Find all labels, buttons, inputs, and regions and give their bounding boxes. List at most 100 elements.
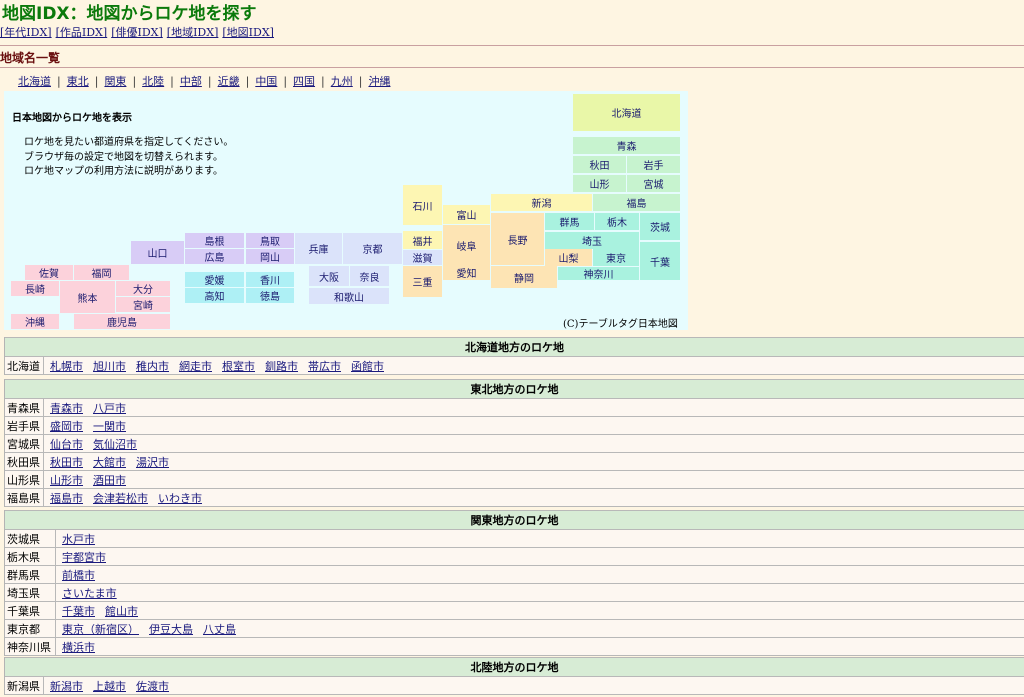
city-link[interactable]: 宇都宮市 — [62, 551, 106, 564]
city-link[interactable]: 前橋市 — [62, 569, 95, 582]
pref-fukuoka[interactable]: 福岡 — [74, 265, 129, 280]
city-link[interactable]: 函館市 — [351, 360, 384, 373]
region-link-hokuriku[interactable]: 北陸 — [142, 75, 164, 88]
pref-chiba[interactable]: 千葉 — [640, 242, 680, 280]
city-link[interactable]: さいたま市 — [62, 587, 117, 600]
index-link-actor[interactable]: [俳優IDX] — [111, 26, 163, 39]
region-link-kyushu[interactable]: 九州 — [331, 75, 353, 88]
pref-hyogo[interactable]: 兵庫 — [295, 233, 342, 264]
city-link[interactable]: 東京（新宿区） — [62, 623, 139, 636]
pref-saga[interactable]: 佐賀 — [25, 265, 73, 280]
region-link-shikoku[interactable]: 四国 — [293, 75, 315, 88]
city-link[interactable]: 盛岡市 — [50, 420, 83, 433]
region-link-kanto[interactable]: 関東 — [104, 75, 126, 88]
city-link[interactable]: 帯広市 — [308, 360, 341, 373]
pref-yamagata[interactable]: 山形 — [573, 175, 626, 192]
pref-kagoshima[interactable]: 鹿児島 — [74, 314, 170, 329]
pref-toyama[interactable]: 富山 — [443, 205, 490, 224]
pref-oita[interactable]: 大分 — [116, 281, 170, 296]
city-link[interactable]: いわき市 — [158, 492, 202, 505]
region-link-chugoku[interactable]: 中国 — [255, 75, 277, 88]
pref-ibaraki[interactable]: 茨城 — [640, 213, 680, 240]
city-link[interactable]: 気仙沼市 — [93, 438, 137, 451]
pref-tochigi[interactable]: 栃木 — [595, 213, 639, 230]
pref-aichi[interactable]: 愛知 — [443, 265, 490, 280]
city-link[interactable]: 仙台市 — [50, 438, 83, 451]
pref-ishikawa[interactable]: 石川 — [403, 185, 442, 225]
city-link[interactable]: 千葉市 — [62, 605, 95, 618]
city-link[interactable]: 旭川市 — [93, 360, 126, 373]
city-link[interactable]: 網走市 — [179, 360, 212, 373]
city-link[interactable]: 佐渡市 — [136, 680, 169, 693]
city-link[interactable]: 八戸市 — [93, 402, 126, 415]
city-link[interactable]: 秋田市 — [50, 456, 83, 469]
pref-tokyo[interactable]: 東京 — [593, 249, 639, 266]
city-link[interactable]: 福島市 — [50, 492, 83, 505]
pref-shizuoka[interactable]: 静岡 — [491, 266, 557, 288]
city-link[interactable]: 会津若松市 — [93, 492, 148, 505]
city-link[interactable]: 大館市 — [93, 456, 126, 469]
city-link[interactable]: 新潟市 — [50, 680, 83, 693]
city-link[interactable]: 八丈島 — [203, 623, 236, 636]
region-link-hokkaido[interactable]: 北海道 — [18, 75, 51, 88]
index-link-work[interactable]: [作品IDX] — [56, 26, 108, 39]
city-link[interactable]: 釧路市 — [265, 360, 298, 373]
city-link[interactable]: 上越市 — [93, 680, 126, 693]
pref-akita[interactable]: 秋田 — [573, 156, 626, 173]
pref-shiga[interactable]: 滋賀 — [403, 250, 442, 265]
city-link[interactable]: 一関市 — [93, 420, 126, 433]
pref-fukui[interactable]: 福井 — [403, 231, 442, 249]
pref-shimane[interactable]: 島根 — [185, 233, 244, 248]
pref-okinawa[interactable]: 沖縄 — [11, 314, 59, 329]
pref-gunma[interactable]: 群馬 — [545, 213, 594, 230]
city-link[interactable]: 伊豆大島 — [149, 623, 193, 636]
pref-nagano[interactable]: 長野 — [491, 213, 544, 265]
city-link[interactable]: 湯沢市 — [136, 456, 169, 469]
city-link[interactable]: 酒田市 — [93, 474, 126, 487]
pref-okayama[interactable]: 岡山 — [246, 249, 294, 264]
city-link[interactable]: 青森市 — [50, 402, 83, 415]
city-link[interactable]: 横浜市 — [62, 641, 95, 654]
region-link-okinawa[interactable]: 沖縄 — [368, 75, 390, 88]
pref-saitama[interactable]: 埼玉 — [545, 232, 639, 249]
pref-mie[interactable]: 三重 — [403, 266, 442, 297]
city-links: 東京（新宿区） 伊豆大島 八丈島 — [56, 620, 1024, 638]
city-links: さいたま市 — [56, 584, 1024, 602]
pref-osaka[interactable]: 大阪 — [309, 266, 349, 286]
index-link-region[interactable]: [地域IDX] — [167, 26, 219, 39]
city-link[interactable]: 館山市 — [105, 605, 138, 618]
index-link-year[interactable]: [年代IDX] — [0, 26, 52, 39]
pref-tokushima[interactable]: 徳島 — [246, 288, 294, 303]
pref-hiroshima[interactable]: 広島 — [185, 249, 244, 264]
index-link-map[interactable]: [地図IDX] — [222, 26, 274, 39]
pref-iwate[interactable]: 岩手 — [627, 156, 680, 173]
region-link-chubu[interactable]: 中部 — [180, 75, 202, 88]
pref-hokkaido[interactable]: 北海道 — [573, 94, 680, 131]
pref-tottori[interactable]: 鳥取 — [246, 233, 294, 248]
city-link[interactable]: 水戸市 — [62, 533, 95, 546]
pref-miyagi[interactable]: 宮城 — [627, 175, 680, 192]
region-link-tohoku[interactable]: 東北 — [67, 75, 89, 88]
pref-yamaguchi[interactable]: 山口 — [131, 241, 184, 264]
pref-ehime[interactable]: 愛媛 — [185, 272, 244, 287]
region-link-kinki[interactable]: 近畿 — [218, 75, 240, 88]
pref-kagawa[interactable]: 香川 — [246, 272, 294, 287]
pref-kyoto[interactable]: 京都 — [343, 233, 402, 264]
pref-gifu[interactable]: 岐阜 — [443, 225, 490, 265]
pref-aomori[interactable]: 青森 — [573, 137, 680, 154]
pref-kumamoto[interactable]: 熊本 — [60, 281, 115, 313]
pref-nara[interactable]: 奈良 — [350, 266, 389, 286]
pref-nagasaki[interactable]: 長崎 — [11, 281, 59, 296]
pref-fukushima[interactable]: 福島 — [593, 194, 680, 211]
city-link[interactable]: 稚内市 — [136, 360, 169, 373]
city-link[interactable]: 札幌市 — [50, 360, 83, 373]
city-link[interactable]: 根室市 — [222, 360, 255, 373]
city-link[interactable]: 山形市 — [50, 474, 83, 487]
pref-wakayama[interactable]: 和歌山 — [309, 288, 389, 304]
pref-name: 新潟県 — [5, 677, 44, 695]
pref-yamanashi[interactable]: 山梨 — [545, 249, 592, 266]
pref-miyazaki[interactable]: 宮崎 — [116, 297, 170, 312]
pref-niigata[interactable]: 新潟 — [491, 194, 592, 211]
pref-kanagawa[interactable]: 神奈川 — [558, 267, 639, 281]
pref-kochi[interactable]: 高知 — [185, 288, 244, 303]
